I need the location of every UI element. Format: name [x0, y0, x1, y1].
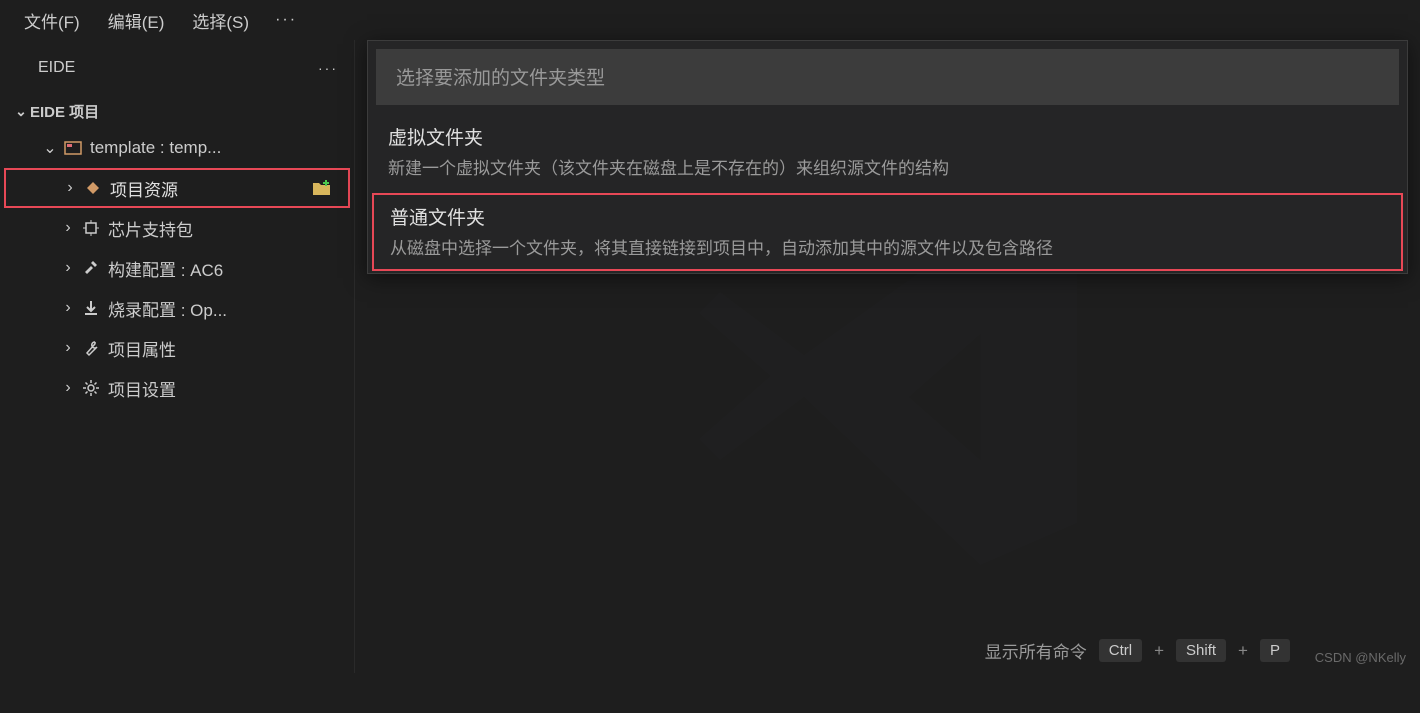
sidebar-header: EIDE ···: [0, 40, 354, 95]
sidebar: EIDE ··· ⌄ EIDE 项目 ⌄ template : temp... …: [0, 40, 355, 673]
chevron-down-icon: ⌄: [12, 103, 30, 120]
kbd-p: P: [1260, 639, 1290, 662]
tree-item-project-resources[interactable]: › 项目资源: [4, 168, 350, 208]
chip-icon: [78, 218, 104, 238]
gear-icon: [78, 378, 104, 398]
command-palette-hint: 显示所有命令 Ctrl + Shift + P: [985, 638, 1290, 663]
option-title: 虚拟文件夹: [388, 123, 1387, 150]
menu-edit[interactable]: 编辑(E): [94, 2, 179, 39]
chevron-right-icon: ›: [58, 339, 78, 357]
editor-area: 选择要添加的文件夹类型 虚拟文件夹 新建一个虚拟文件夹（该文件夹在磁盘上是不存在…: [355, 40, 1420, 673]
quickpick-input[interactable]: 选择要添加的文件夹类型: [376, 49, 1399, 105]
section-eide-projects[interactable]: ⌄ EIDE 项目: [0, 95, 354, 128]
add-folder-icon[interactable]: [312, 179, 332, 197]
menu-overflow-icon[interactable]: ···: [263, 5, 309, 35]
option-title: 普通文件夹: [390, 203, 1385, 230]
hint-text: 显示所有命令: [985, 638, 1087, 663]
tree-item-project-props[interactable]: › 项目属性: [0, 328, 354, 368]
project-icon: [60, 138, 86, 158]
tree-label: 构建配置 : AC6: [108, 256, 223, 281]
tree-label: template : temp...: [90, 138, 221, 158]
tree-label: 项目资源: [110, 176, 178, 201]
sidebar-title: EIDE: [38, 59, 75, 77]
tree-label: 项目属性: [108, 336, 176, 361]
chevron-right-icon: ›: [58, 299, 78, 317]
tree-item-flash-config[interactable]: › 烧录配置 : Op...: [0, 288, 354, 328]
tree-item-chip-support[interactable]: › 芯片支持包: [0, 208, 354, 248]
tree-label: 项目设置: [108, 376, 176, 401]
watermark: CSDN @NKelly: [1315, 650, 1406, 665]
resources-icon: [80, 178, 106, 198]
chevron-right-icon: ›: [58, 259, 78, 277]
tree-item-build-config[interactable]: › 构建配置 : AC6: [0, 248, 354, 288]
kbd-ctrl: Ctrl: [1099, 639, 1142, 662]
chevron-right-icon: ›: [58, 379, 78, 397]
download-icon: [78, 298, 104, 318]
chevron-right-icon: ›: [60, 179, 80, 197]
quickpick: 选择要添加的文件夹类型 虚拟文件夹 新建一个虚拟文件夹（该文件夹在磁盘上是不存在…: [367, 40, 1408, 274]
tree-label: 烧录配置 : Op...: [108, 296, 227, 321]
tree-project-root[interactable]: ⌄ template : temp...: [0, 128, 354, 168]
hammer-icon: [78, 258, 104, 278]
tree-label: 芯片支持包: [108, 216, 193, 241]
plus-icon: +: [1154, 641, 1164, 661]
wrench-icon: [78, 338, 104, 358]
section-label: EIDE 项目: [30, 101, 99, 122]
quickpick-option-normal-folder[interactable]: 普通文件夹 从磁盘中选择一个文件夹，将其直接链接到项目中，自动添加其中的源文件以…: [372, 193, 1403, 271]
option-desc: 从磁盘中选择一个文件夹，将其直接链接到项目中，自动添加其中的源文件以及包含路径: [390, 234, 1385, 259]
tree-item-project-settings[interactable]: › 项目设置: [0, 368, 354, 408]
chevron-right-icon: ›: [58, 219, 78, 237]
plus-icon: +: [1238, 641, 1248, 661]
menu-file[interactable]: 文件(F): [10, 2, 94, 39]
quickpick-option-virtual-folder[interactable]: 虚拟文件夹 新建一个虚拟文件夹（该文件夹在磁盘上是不存在的）来组织源文件的结构: [368, 113, 1407, 191]
sidebar-more-icon[interactable]: ···: [318, 60, 338, 76]
chevron-down-icon: ⌄: [40, 138, 60, 158]
menubar: 文件(F) 编辑(E) 选择(S) ···: [0, 0, 1420, 40]
option-desc: 新建一个虚拟文件夹（该文件夹在磁盘上是不存在的）来组织源文件的结构: [388, 154, 1387, 179]
kbd-shift: Shift: [1176, 639, 1226, 662]
menu-select[interactable]: 选择(S): [178, 2, 263, 39]
